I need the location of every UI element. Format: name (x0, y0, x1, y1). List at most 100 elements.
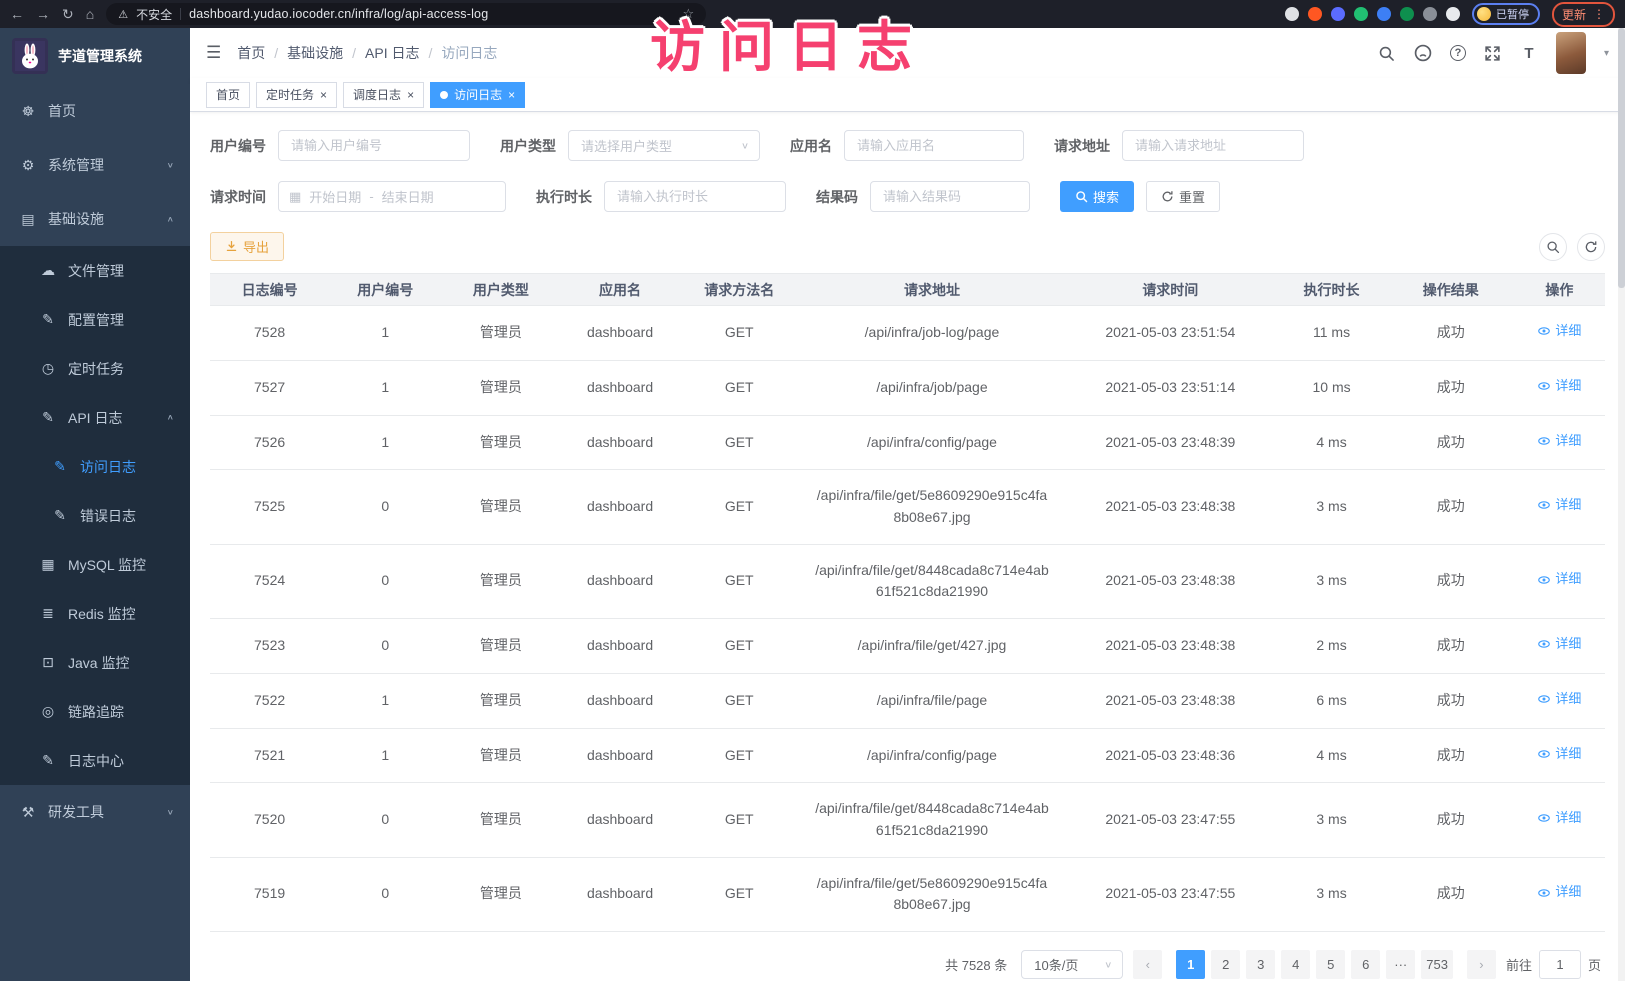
detail-link[interactable]: 详细 (1537, 744, 1581, 764)
browser-reload-icon[interactable]: ↻ (62, 6, 74, 23)
fullscreen-icon[interactable] (1484, 44, 1502, 62)
sidebar-item-api-log[interactable]: ✎ API 日志 ∧ (0, 393, 190, 442)
cell-user-id: 1 (329, 360, 441, 415)
goto-page-input[interactable] (1539, 950, 1581, 979)
cell-action: 详细 (1514, 728, 1605, 783)
pager-ellipsis[interactable]: ··· (1386, 950, 1415, 979)
shield-extension-icon[interactable] (1331, 7, 1345, 21)
reset-button[interactable]: 重置 (1146, 181, 1220, 212)
request-url-input[interactable] (1122, 130, 1304, 161)
sidebar-item-error-log[interactable]: ✎ 错误日志 (0, 491, 190, 540)
close-icon[interactable]: × (508, 89, 515, 101)
close-icon[interactable]: × (320, 89, 327, 101)
tab-access-log[interactable]: 访问日志 × (430, 82, 525, 108)
browser-address-bar[interactable]: ⚠ 不安全 dashboard.yudao.iocoder.cn/infra/l… (106, 3, 706, 25)
detail-link[interactable]: 详细 (1537, 808, 1581, 828)
page-number-button[interactable]: 3 (1246, 950, 1275, 979)
sidebar-item-infrastructure[interactable]: ▤ 基础设施 ∧ (0, 192, 190, 246)
page-size-select[interactable]: 10条/页 ∨ (1021, 950, 1123, 979)
browser-back-icon[interactable]: ← (10, 6, 24, 22)
sidebar-item-scheduled-jobs[interactable]: ◷ 定时任务 (0, 344, 190, 393)
user-id-input[interactable] (278, 130, 470, 161)
page-number-button[interactable]: 4 (1281, 950, 1310, 979)
close-icon[interactable]: × (407, 89, 414, 101)
cell-log-id: 7527 (210, 360, 329, 415)
detail-link[interactable]: 详细 (1537, 634, 1581, 654)
export-button[interactable]: 导出 (210, 232, 284, 261)
star-extension-icon[interactable] (1446, 7, 1460, 21)
next-page-button[interactable]: › (1467, 950, 1496, 979)
browser-menu-icon[interactable]: ⋮ (1593, 7, 1605, 21)
sidebar-item-home[interactable]: ☸ 首页 (0, 84, 190, 138)
hamburger-icon[interactable]: ☰ (206, 43, 221, 63)
browser-home-icon[interactable]: ⌂ (86, 6, 94, 22)
tab-scheduled-jobs[interactable]: 定时任务 × (256, 82, 337, 108)
eye-icon (1537, 324, 1551, 338)
page-number-button[interactable]: 1 (1176, 950, 1205, 979)
grid-extension-icon[interactable] (1400, 7, 1414, 21)
prev-page-button[interactable]: ‹ (1133, 950, 1162, 979)
java-icon: ⊡ (40, 654, 56, 671)
detail-link[interactable]: 详细 (1537, 882, 1581, 902)
sidebar-item-config-management[interactable]: ✎ 配置管理 (0, 295, 190, 344)
cube-extension-icon[interactable] (1377, 7, 1391, 21)
detail-link[interactable]: 详细 (1537, 689, 1581, 709)
app-logo[interactable]: 芋道管理系统 (0, 28, 190, 84)
sidebar-item-label: 研发工具 (48, 802, 104, 822)
result-code-input[interactable] (870, 181, 1030, 212)
caret-down-icon[interactable]: ▾ (1604, 48, 1609, 59)
detail-link[interactable]: 详细 (1537, 376, 1581, 396)
page-number-button[interactable]: 6 (1351, 950, 1380, 979)
detail-link[interactable]: 详细 (1537, 431, 1581, 451)
green-extension-icon[interactable] (1354, 7, 1368, 21)
app-name-input[interactable] (844, 130, 1024, 161)
scrollbar-thumb[interactable] (1618, 28, 1625, 288)
sidebar-item-file-management[interactable]: ☁ 文件管理 (0, 246, 190, 295)
page-content: 用户编号 用户类型 请选择用户类型 ∨ 应用名 请求地址 (190, 112, 1625, 981)
page-scrollbar[interactable] (1618, 28, 1625, 981)
search-icon[interactable] (1378, 44, 1396, 62)
sidebar-item-devtools[interactable]: ⚒ 研发工具 ∨ (0, 785, 190, 839)
sidebar-item-java-monitor[interactable]: ⊡ Java 监控 (0, 638, 190, 687)
breadcrumb-item[interactable]: 基础设施 (287, 43, 343, 63)
toggle-search-icon[interactable] (1539, 233, 1567, 261)
infra-icon: ▤ (20, 211, 36, 228)
tab-job-log[interactable]: 调度日志 × (343, 82, 424, 108)
browser-forward-icon[interactable]: → (36, 6, 50, 22)
eye-icon (1537, 379, 1551, 393)
page-number-button[interactable]: 753 (1421, 950, 1453, 979)
column-header: 应用名 (560, 274, 679, 306)
search-button[interactable]: 搜索 (1060, 181, 1134, 212)
sidebar-item-trace[interactable]: ◎ 链路追踪 (0, 687, 190, 736)
emoji-face-icon (1477, 7, 1491, 21)
request-time-range-picker[interactable]: ▦ 开始日期 - 结束日期 (278, 181, 506, 212)
sidebar-item-log-center[interactable]: ✎ 日志中心 (0, 736, 190, 785)
gray-extension-icon[interactable] (1423, 7, 1437, 21)
sidebar-item-mysql-monitor[interactable]: ▦ MySQL 监控 (0, 540, 190, 589)
font-size-icon[interactable]: T (1520, 44, 1538, 62)
sidebar-item-system-management[interactable]: ⚙ 系统管理 ∨ (0, 138, 190, 192)
user-type-select[interactable]: 请选择用户类型 ∨ (568, 130, 760, 161)
cell-duration: 10 ms (1275, 360, 1387, 415)
github-icon[interactable] (1414, 44, 1432, 62)
tab-home[interactable]: 首页 (206, 82, 250, 108)
detail-link[interactable]: 详细 (1537, 495, 1581, 515)
breadcrumb-item[interactable]: API 日志 (365, 43, 419, 63)
paused-badge[interactable]: 已暂停 (1472, 3, 1540, 25)
duration-input[interactable] (604, 181, 786, 212)
bookmark-star-icon[interactable]: ☆ (683, 6, 695, 22)
security-warning-icon: ⚠ (118, 8, 128, 21)
help-question-icon[interactable]: ? (1450, 45, 1466, 61)
detail-link[interactable]: 详细 (1537, 569, 1581, 589)
avatar[interactable] (1556, 32, 1586, 74)
sidebar-item-redis-monitor[interactable]: ≣ Redis 监控 (0, 589, 190, 638)
page-number-button[interactable]: 2 (1211, 950, 1240, 979)
breadcrumb-item[interactable]: 首页 (237, 43, 265, 63)
pin-extension-icon[interactable] (1285, 7, 1299, 21)
orange-extension-icon[interactable] (1308, 7, 1322, 21)
sidebar-item-access-log[interactable]: ✎ 访问日志 (0, 442, 190, 491)
detail-link[interactable]: 详细 (1537, 321, 1581, 341)
page-number-button[interactable]: 5 (1316, 950, 1345, 979)
refresh-icon[interactable] (1577, 233, 1605, 261)
update-button[interactable]: 更新 ⋮ (1552, 2, 1615, 27)
